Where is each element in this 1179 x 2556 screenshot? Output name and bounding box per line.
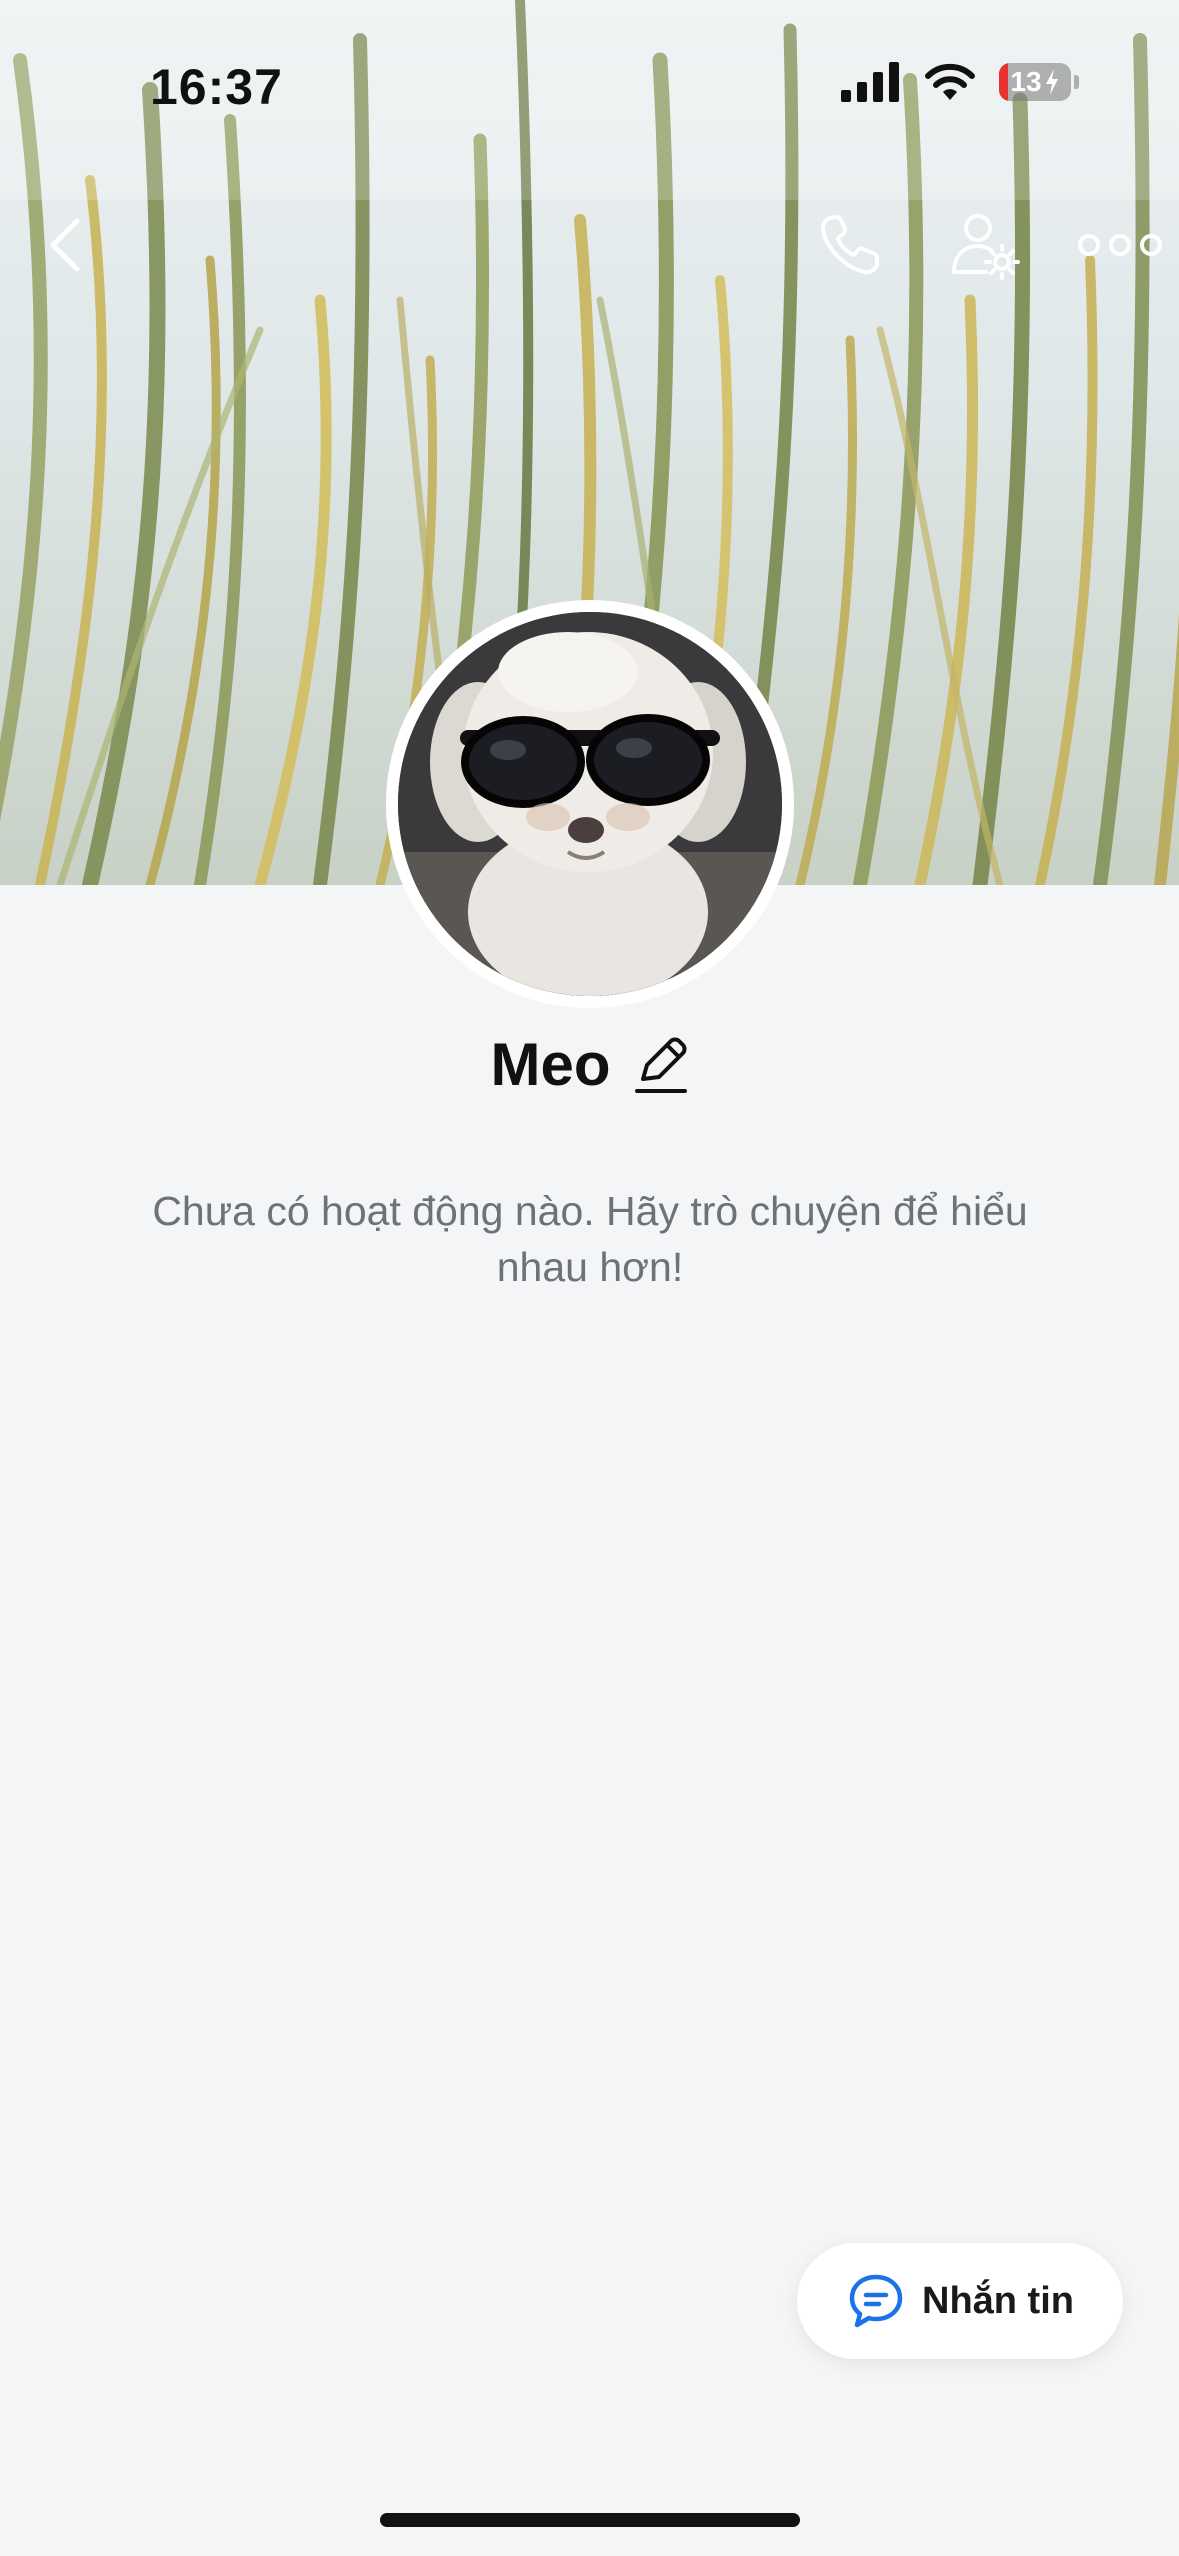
more-options-button[interactable] [1075,215,1165,275]
cellular-signal-icon [841,62,899,102]
profile-name: Meo [490,1031,611,1098]
avatar-ring[interactable] [386,600,794,1008]
back-chevron-icon [50,218,80,272]
profile-screen: 16:37 13 Meo Chưa có hoạt động nào. Hãy … [0,0,1179,2556]
user-settings-button[interactable] [945,205,1025,285]
status-bar: 16:37 13 [0,0,1179,150]
avatar [398,612,782,996]
battery-fill [999,63,1009,101]
battery-level: 13 [1010,66,1042,97]
wifi-icon [925,63,975,100]
send-message-label: Nhắn tin [922,2279,1074,2322]
status-time: 16:37 [150,59,283,115]
phone-icon [820,215,879,275]
edit-name-icon[interactable] [633,1033,689,1097]
home-indicator[interactable] [380,2513,800,2527]
user-settings-icon [952,214,1020,280]
chat-bubble-icon [849,2274,903,2328]
battery-cap [1074,75,1079,89]
avatar-dog-image [398,612,782,996]
more-dots-icon [1078,234,1162,256]
profile-name-row: Meo [0,1030,1179,1099]
empty-activity-message: Chưa có hoạt động nào. Hãy trò chuyện để… [152,1188,1028,1290]
battery-indicator: 13 [999,63,1079,101]
charging-bolt-icon [1045,69,1058,95]
battery-charging-icon: 13 [999,63,1071,101]
send-message-button[interactable]: Nhắn tin [797,2243,1123,2359]
status-icons: 13 [841,62,1079,102]
call-button[interactable] [810,205,890,285]
back-button[interactable] [30,205,100,285]
